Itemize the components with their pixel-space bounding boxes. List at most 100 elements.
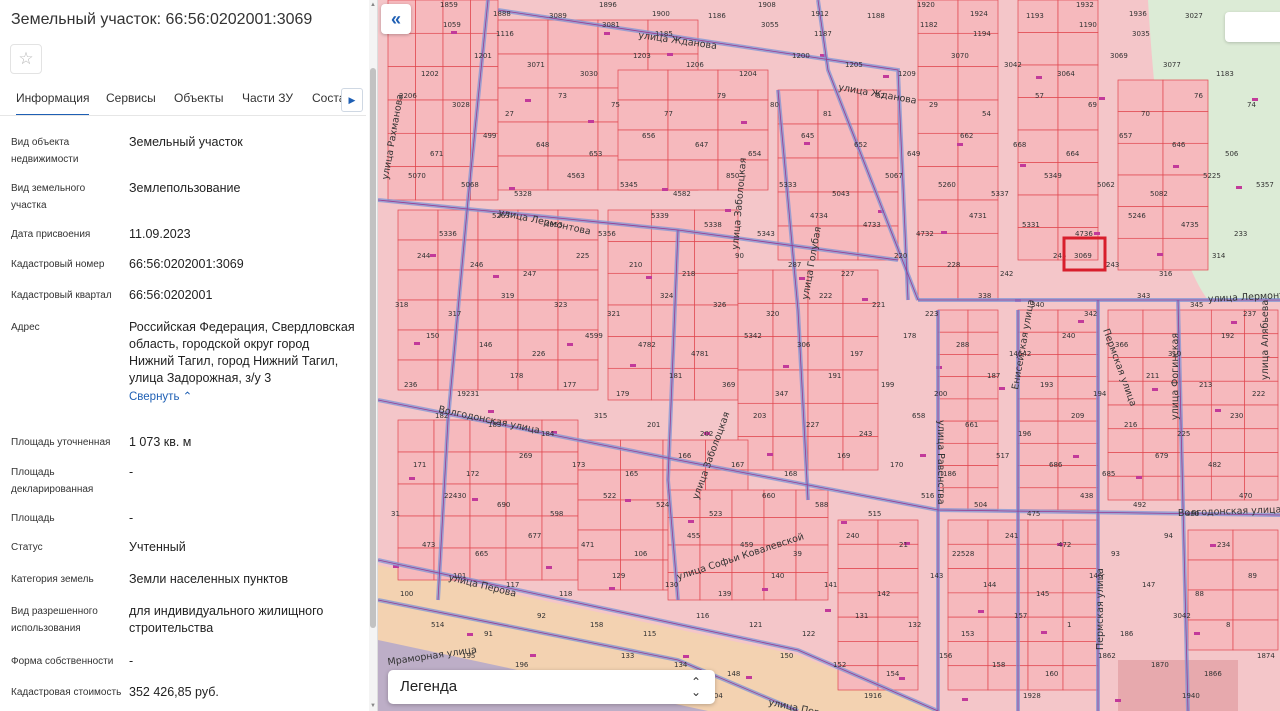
- parcel[interactable]: [1210, 357, 1246, 382]
- parcel[interactable]: [1162, 237, 1209, 271]
- collapse-address-link[interactable]: Свернуть ⌃: [129, 389, 192, 406]
- parcel[interactable]: [1162, 142, 1209, 176]
- parcel[interactable]: [1057, 162, 1099, 196]
- parcel[interactable]: [1062, 665, 1099, 691]
- collapse-panel-button[interactable]: «: [381, 4, 411, 34]
- parcel[interactable]: [807, 402, 844, 438]
- parcel[interactable]: [1107, 428, 1144, 453]
- parcel[interactable]: [577, 499, 621, 531]
- parcel[interactable]: [777, 191, 819, 227]
- parcel[interactable]: [947, 665, 989, 691]
- parcel[interactable]: [777, 89, 819, 125]
- parcel[interactable]: [1210, 309, 1246, 335]
- parcel[interactable]: [387, 32, 416, 68]
- parcel[interactable]: [1107, 475, 1144, 501]
- map-search-box[interactable]: [1225, 12, 1280, 42]
- parcel[interactable]: [607, 272, 652, 306]
- legend-panel[interactable]: Легенда ⌃ ⌄: [388, 670, 715, 704]
- parcel[interactable]: [433, 419, 471, 453]
- parcel[interactable]: [737, 336, 774, 371]
- tab-objects[interactable]: Объекты: [174, 91, 224, 105]
- parcel[interactable]: [1017, 227, 1059, 261]
- parcel[interactable]: [433, 451, 471, 485]
- parcel[interactable]: [947, 592, 989, 618]
- parcel[interactable]: [1142, 309, 1179, 335]
- parcel[interactable]: [837, 616, 879, 642]
- parcel[interactable]: [817, 157, 859, 193]
- cadastral-map[interactable]: 3631059111630893081118511863055118711881…: [378, 0, 1280, 711]
- parcel[interactable]: [1107, 309, 1144, 335]
- parcel[interactable]: [967, 465, 999, 489]
- parcel[interactable]: [477, 239, 519, 271]
- parcel[interactable]: [620, 559, 664, 591]
- parcel[interactable]: [1210, 380, 1246, 406]
- parcel[interactable]: [837, 568, 879, 594]
- parcel[interactable]: [737, 369, 774, 404]
- map-canvas[interactable]: 3631059111630893081118511863055118711881…: [378, 0, 1280, 711]
- parcel[interactable]: [987, 665, 1029, 691]
- parcel[interactable]: [947, 641, 989, 667]
- parcel[interactable]: [967, 398, 999, 422]
- parcel[interactable]: [442, 32, 471, 68]
- parcel[interactable]: [807, 336, 844, 371]
- tab-parts[interactable]: Части ЗУ: [242, 91, 293, 105]
- parcel[interactable]: [1062, 641, 1099, 667]
- parcel[interactable]: [477, 299, 519, 331]
- parcel[interactable]: [937, 398, 969, 422]
- parcel[interactable]: [1162, 111, 1209, 144]
- parcel[interactable]: [442, 132, 471, 168]
- parcel[interactable]: [877, 519, 919, 545]
- parcel[interactable]: [1177, 309, 1212, 335]
- parcel[interactable]: [469, 451, 507, 485]
- parcel[interactable]: [667, 129, 719, 161]
- parcel[interactable]: [1142, 428, 1179, 453]
- parcel[interactable]: [737, 269, 774, 304]
- parcel[interactable]: [917, 266, 959, 301]
- parcel[interactable]: [517, 299, 559, 331]
- parcel[interactable]: [957, 66, 999, 101]
- parcel[interactable]: [1017, 398, 1059, 422]
- parcel[interactable]: [517, 359, 559, 391]
- parcel[interactable]: [1117, 237, 1164, 271]
- parcel[interactable]: [1117, 79, 1164, 113]
- favorite-button[interactable]: ☆: [10, 44, 42, 74]
- parcel[interactable]: [497, 121, 549, 157]
- parcel[interactable]: [967, 309, 999, 333]
- parcel[interactable]: [667, 159, 719, 191]
- parcel[interactable]: [607, 367, 652, 401]
- parcel[interactable]: [397, 483, 435, 517]
- parcel[interactable]: [1057, 442, 1099, 466]
- parcel[interactable]: [1017, 97, 1059, 131]
- parcel[interactable]: [397, 269, 439, 301]
- parcel[interactable]: [1117, 142, 1164, 176]
- parcel[interactable]: [937, 354, 969, 378]
- parcel[interactable]: [469, 515, 507, 549]
- parcel[interactable]: [397, 209, 439, 241]
- parcel[interactable]: [917, 66, 959, 101]
- parcel[interactable]: [505, 547, 543, 581]
- parcel[interactable]: [1017, 32, 1059, 66]
- parcel[interactable]: [470, 66, 499, 101]
- parcel[interactable]: [415, 0, 444, 34]
- parcel[interactable]: [877, 641, 919, 667]
- parcel[interactable]: [957, 99, 999, 134]
- scroll-up-icon[interactable]: ▲: [369, 2, 377, 8]
- panel-scrollbar[interactable]: ▲ ▼: [369, 0, 377, 711]
- scrollbar-thumb[interactable]: [370, 68, 376, 628]
- parcel[interactable]: [1057, 32, 1099, 66]
- parcel[interactable]: [917, 32, 959, 68]
- parcel[interactable]: [1057, 194, 1099, 228]
- parcel[interactable]: [1210, 428, 1246, 453]
- parcel[interactable]: [547, 87, 599, 123]
- parcel[interactable]: [877, 543, 919, 569]
- parcel[interactable]: [917, 132, 959, 168]
- parcel[interactable]: [699, 517, 733, 546]
- parcel[interactable]: [937, 309, 969, 333]
- parcel[interactable]: [650, 272, 696, 306]
- parcel[interactable]: [772, 302, 809, 338]
- parcel[interactable]: [957, 32, 999, 68]
- parcel[interactable]: [957, 232, 999, 268]
- parcel[interactable]: [1057, 420, 1099, 444]
- parcel[interactable]: [442, 66, 471, 101]
- parcel[interactable]: [737, 402, 774, 438]
